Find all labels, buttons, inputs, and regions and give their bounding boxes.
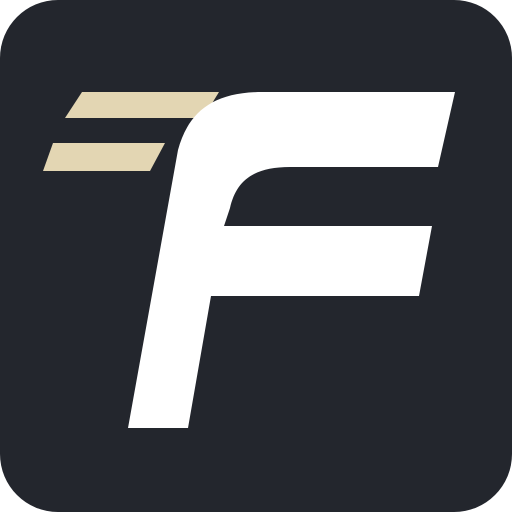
speed-line-bottom	[43, 143, 165, 171]
speed-line-top	[65, 92, 219, 118]
f-logo-icon	[0, 0, 512, 512]
app-icon[interactable]	[0, 0, 512, 512]
